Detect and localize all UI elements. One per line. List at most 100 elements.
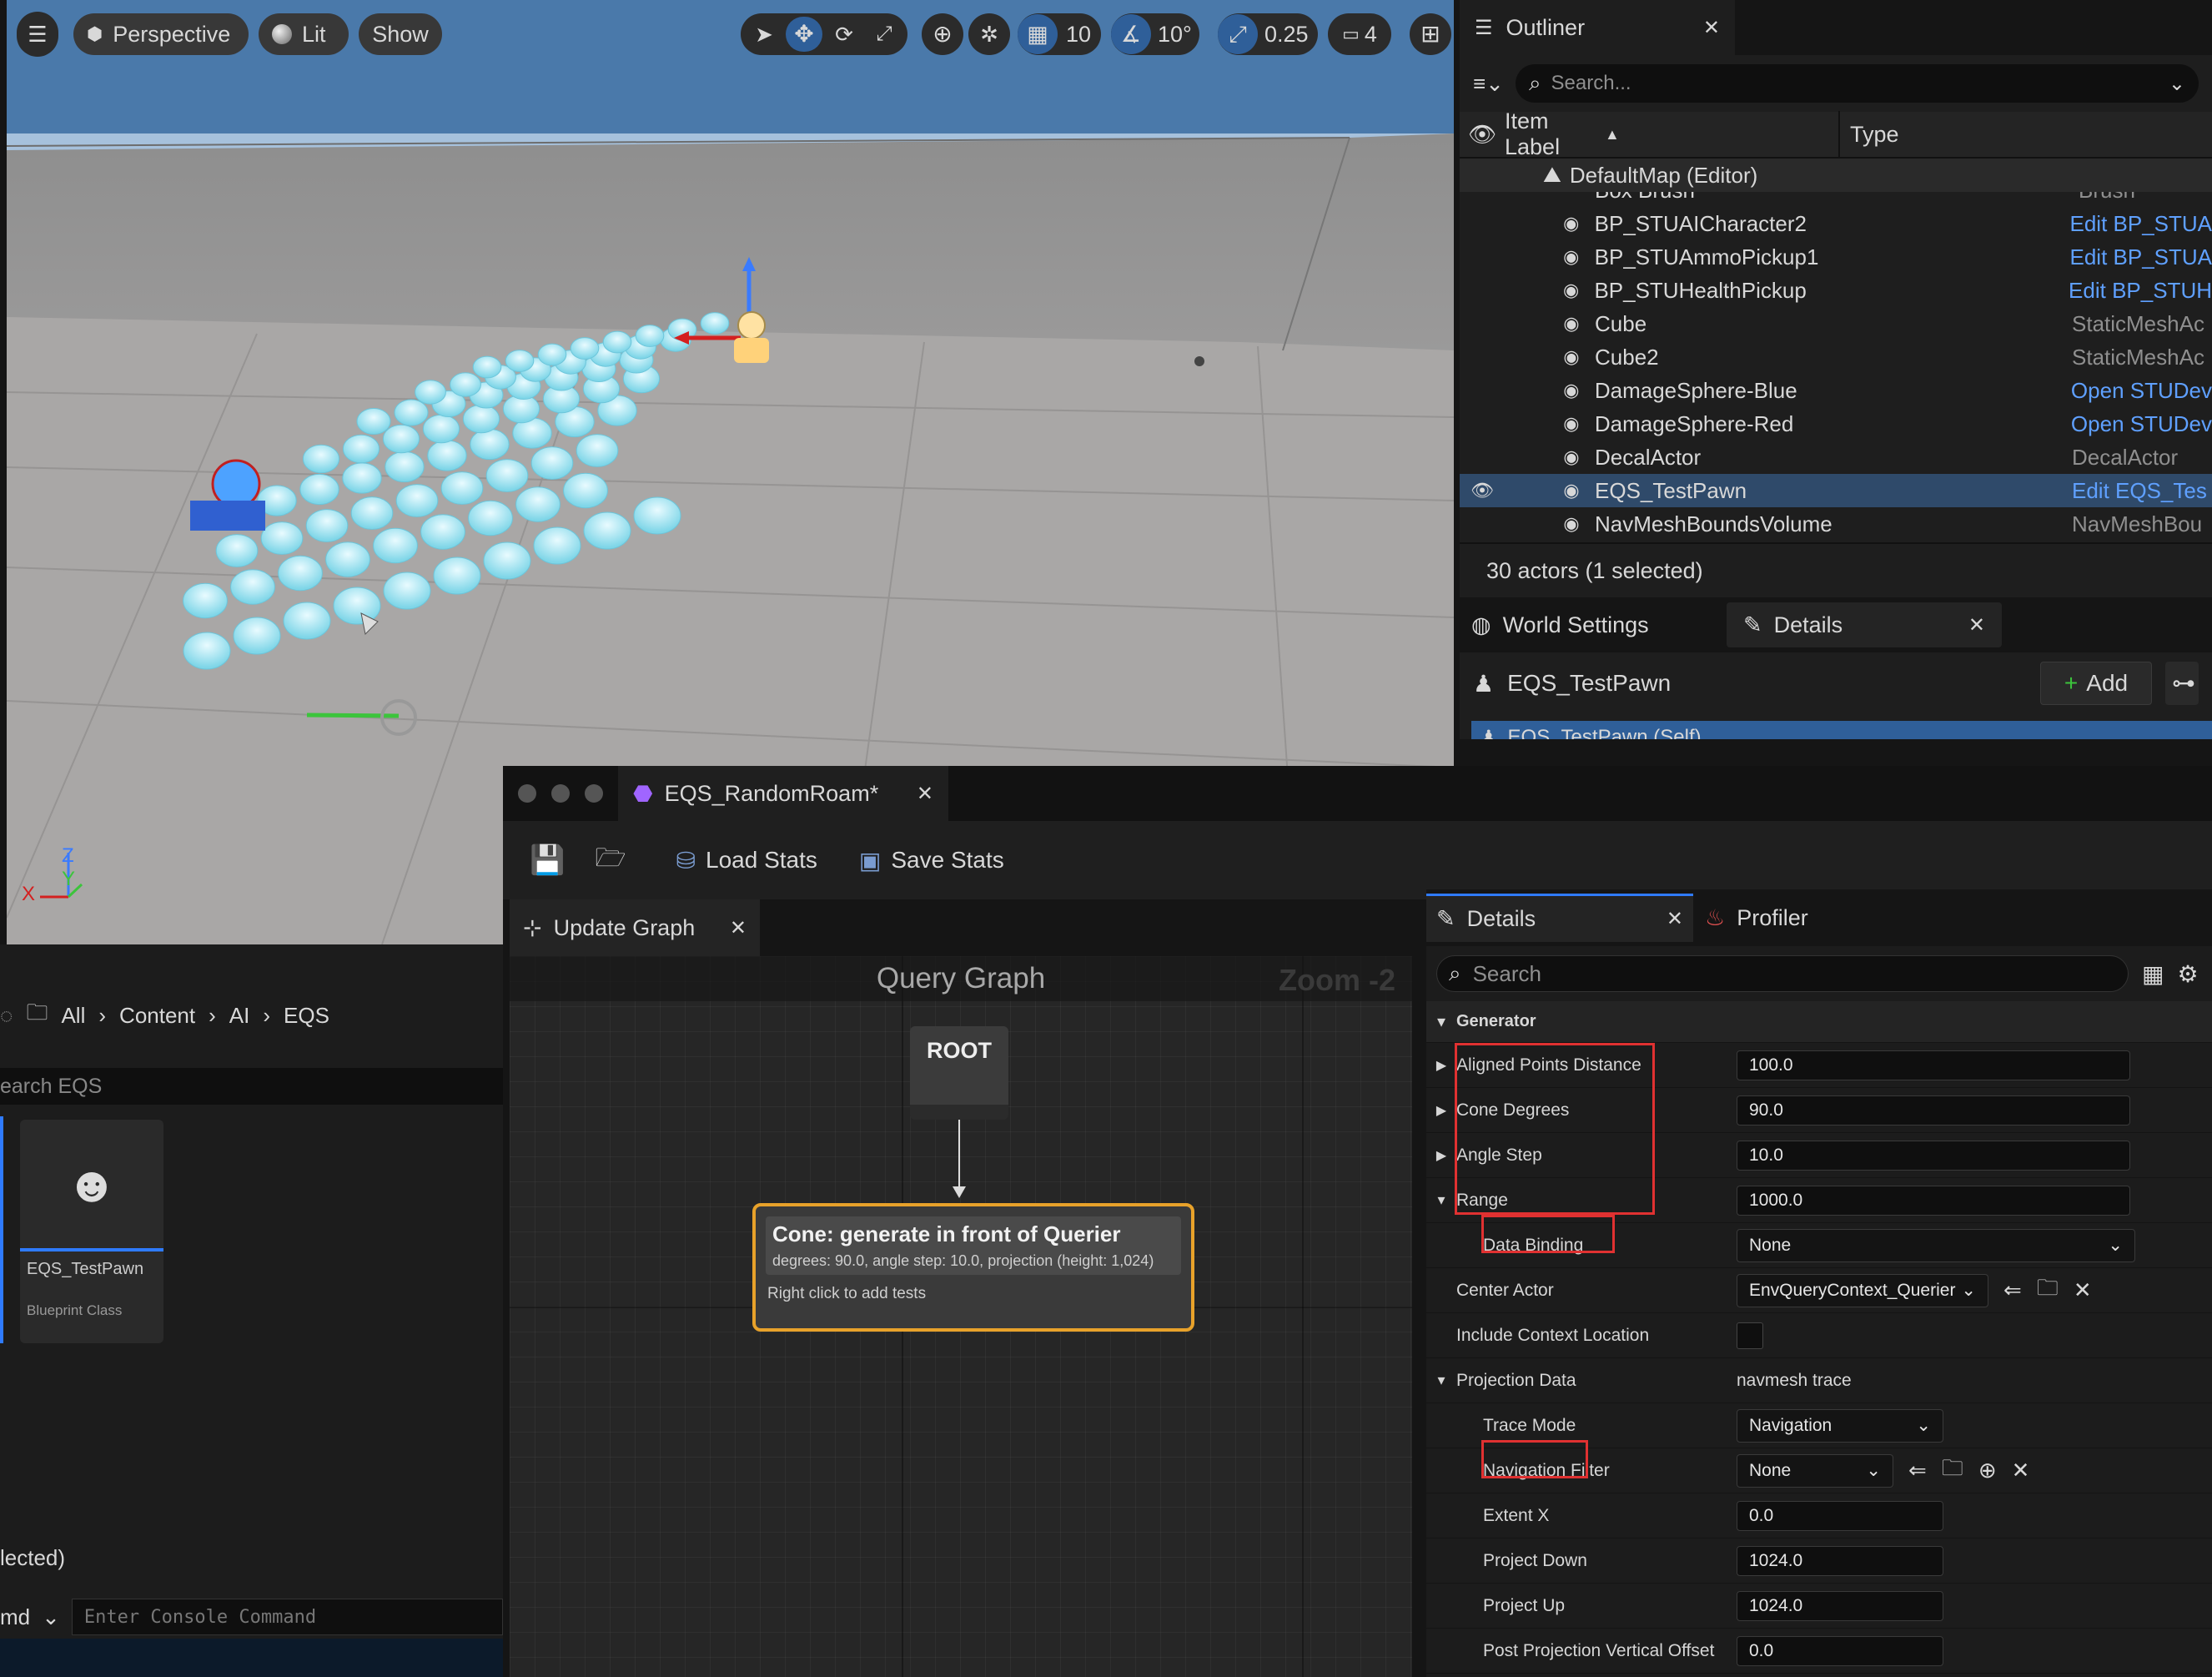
profiler-tab[interactable]: ♨ Profiler [1693,905,1820,931]
outliner-row-type[interactable]: Edit EQS_Tes [2072,478,2207,504]
expand-icon[interactable]: ▶ [1426,1102,1456,1119]
details-tab[interactable]: ✎ Details ✕ [1426,894,1693,942]
asset-search-input[interactable]: earch EQS [0,1068,503,1105]
table-view-icon[interactable]: ▦ [2142,960,2164,988]
browse-folder-icon[interactable]: 🗀 [2037,1272,2059,1309]
rotation-snap-control[interactable]: ∡ 10° [1111,13,1199,55]
outliner-row[interactable]: ◉ NavMeshBoundsVolume NavMeshBou [1460,507,2212,541]
load-stats-button[interactable]: ⛁ Load Stats [676,847,817,874]
cone-degrees-input[interactable]: 90.0 [1737,1095,2130,1126]
outliner-row-type[interactable]: Edit BP_STUA [2069,244,2212,270]
outliner-row[interactable]: ◉ Cube StaticMeshAc [1460,307,2212,340]
close-icon[interactable]: ✕ [730,916,747,940]
expand-icon[interactable]: ▶ [1426,1147,1456,1164]
outliner-root-row[interactable]: ⛰ DefaultMap (Editor) [1460,159,2212,192]
generator-category[interactable]: ▾ Generator [1426,1001,2212,1043]
clear-icon[interactable]: ✕ [2074,1277,2092,1303]
aligned-points-input[interactable]: 100.0 [1737,1050,2130,1080]
filter-icon[interactable]: ≡⌄ [1473,71,1504,97]
outliner-row[interactable]: ◉NewNiagaraSystemNiagaraActor [1460,541,2212,542]
world-space-button[interactable]: ⊕ [922,13,963,55]
visibility-icon[interactable]: 👁 [1460,480,1505,501]
camera-speed-button[interactable]: ▭ 4 [1328,13,1391,55]
show-button[interactable]: Show [359,13,442,55]
outliner-row[interactable]: ◉ BP_STUHealthPickup Edit BP_STUH [1460,274,2212,307]
outliner-row[interactable]: ◉ BP_STUAICharacter2 Edit BP_STUA [1460,207,2212,240]
close-icon[interactable]: ✕ [1968,613,1985,637]
save-stats-button[interactable]: ▣ Save Stats [859,847,1004,874]
select-tool-icon[interactable]: ➤ [746,22,782,48]
generator-node[interactable]: Cone: generate in front of Querier degre… [752,1203,1194,1332]
outliner-search-input[interactable]: ⌕ Search... ⌄ [1515,64,2199,103]
collapse-icon[interactable]: ▾ [1426,1372,1456,1389]
perspective-button[interactable]: ⬢ Perspective [73,13,249,55]
world-settings-tab[interactable]: ◍ World Settings [1460,612,1727,638]
blueprint-button[interactable]: ⊶ [2165,662,2199,705]
close-icon[interactable]: ✕ [1667,907,1683,931]
window-minimize-dot[interactable] [551,784,570,803]
clear-icon[interactable]: ✕ [2012,1458,2030,1483]
outliner-row-type[interactable]: Edit BP_STUA [2069,211,2212,237]
use-selected-icon[interactable]: ⇐ [2003,1277,2022,1303]
outliner-row[interactable]: ◉ DamageSphere-Blue Open STUDev [1460,374,2212,407]
level-details-tab[interactable]: ✎ Details ✕ [1727,602,2002,647]
close-icon[interactable]: ✕ [1703,16,1720,40]
range-input[interactable]: 1000.0 [1737,1185,2130,1216]
window-maximize-dot[interactable] [585,784,603,803]
use-selected-icon[interactable]: ⇐ [1908,1458,1927,1483]
add-component-button[interactable]: + Add [2040,662,2152,705]
close-icon[interactable]: ✕ [917,782,933,806]
viewport-layout-button[interactable]: ⊞ [1410,13,1451,55]
details-search-input[interactable]: ⌕ Search [1436,955,2129,992]
viewport-menu-button[interactable]: ☰ [17,12,58,57]
navigation-filter-select[interactable]: None ⌄ [1737,1453,1893,1488]
root-node[interactable]: ROOT [910,1026,1008,1120]
window-close-dot[interactable] [518,784,536,803]
data-binding-select[interactable]: None ⌄ [1737,1228,2135,1262]
extent-x-input[interactable]: 0.0 [1737,1500,1943,1531]
console-input[interactable]: Enter Console Command [71,1599,503,1635]
outliner-row[interactable]: 👁 ◉ EQS_TestPawn Edit EQS_Tes [1460,474,2212,507]
add-icon[interactable]: ⊕ [1978,1458,1997,1483]
component-row[interactable]: ♟ EQS_TestPawn (Self) [1471,721,2212,739]
outliner-row-type[interactable]: Open STUDev [2071,378,2212,404]
project-down-input[interactable]: 1024.0 [1737,1545,1943,1576]
history-icon[interactable]: ◌ [0,1003,13,1029]
collapse-icon[interactable]: ▾ [1426,1191,1456,1209]
browse-icon[interactable]: 🗁 [595,839,626,882]
outliner-row-type[interactable]: Edit BP_STUH [2069,278,2212,304]
angle-step-input[interactable]: 10.0 [1737,1140,2130,1171]
crumb-ai[interactable]: AI [229,1003,250,1029]
move-tool-icon[interactable]: ✥ [786,17,822,52]
expand-icon[interactable]: ▶ [1426,1057,1456,1074]
post-projection-input[interactable]: 0.0 [1737,1635,1943,1666]
outliner-tab[interactable]: ☰ Outliner ✕ [1460,0,1735,55]
eqs-asset-tab[interactable]: ⬣ EQS_RandomRoam* ✕ [618,766,948,821]
save-icon[interactable]: 💾 [530,844,565,877]
type-column[interactable]: Type [1838,111,1899,158]
item-label-column[interactable]: Item Label [1505,108,1605,160]
gear-icon[interactable]: ⚙ [2177,960,2198,988]
outliner-row[interactable]: ◉ BP_STUAmmoPickup1 Edit BP_STUA [1460,240,2212,274]
cmd-dropdown[interactable]: md [0,1604,30,1630]
lit-button[interactable]: Lit [259,13,349,55]
scale-snap-control[interactable]: ⤢ 0.25 [1218,13,1318,55]
outliner-row-type[interactable]: Open STUDev [2071,411,2212,437]
outliner-row[interactable]: ◉ DecalActor DecalActor [1460,441,2212,474]
rotate-tool-icon[interactable]: ⟳ [826,22,862,48]
crumb-eqs[interactable]: EQS [284,1003,329,1029]
surface-snap-button[interactable]: ✲ [968,13,1010,55]
crumb-all[interactable]: All [61,1003,85,1029]
outliner-row[interactable]: ◉ DamageSphere-Red Open STUDev [1460,407,2212,441]
update-graph-tab[interactable]: ⊹ Update Graph ✕ [510,899,760,956]
scale-tool-icon[interactable]: ⤢ [866,23,902,46]
project-up-input[interactable]: 1024.0 [1737,1590,1943,1621]
outliner-row[interactable]: ◉ Cube2 StaticMeshAc [1460,340,2212,374]
trace-mode-select[interactable]: Navigation ⌄ [1737,1408,1943,1443]
crumb-content[interactable]: Content [119,1003,195,1029]
include-context-checkbox[interactable] [1737,1322,1763,1349]
asset-tile[interactable]: ☻ EQS_TestPawn Blueprint Class [20,1120,163,1343]
browse-folder-icon[interactable]: 🗀 [1942,1453,1963,1489]
chevron-down-icon[interactable]: ⌄ [2169,72,2185,96]
query-graph-canvas[interactable]: Query Graph Zoom -2 ROOT Cone: generate … [510,956,1412,1677]
